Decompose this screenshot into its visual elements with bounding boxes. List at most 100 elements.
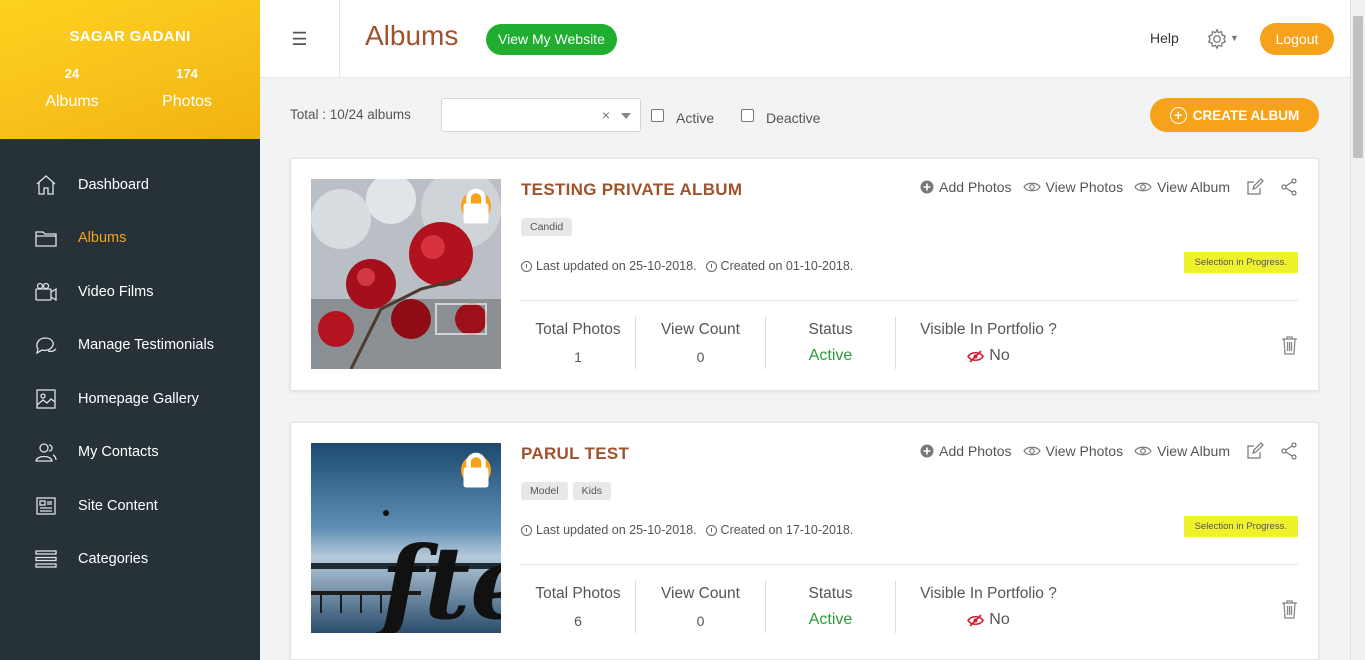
divider [521,564,1298,565]
photos-stat: 174 Photos [137,66,237,111]
album-card: fte PARUL TEST Model Kids Last updated o… [290,422,1319,660]
album-actions: Add Photos View Photos View Album [909,178,1298,196]
photos-stat-label: Photos [162,93,212,110]
status-stat: Status Active [766,317,896,369]
menu-toggle-button[interactable]: ☰ [260,0,340,78]
sidebar-item-label: Site Content [78,497,158,514]
portfolio-value: No [989,611,1010,628]
scrollbar-thumb[interactable] [1353,16,1363,158]
album-tags: Model Kids [521,482,616,500]
sidebar-item-label: Video Films [78,283,154,300]
edit-icon[interactable] [1246,442,1264,460]
plus-circle-icon: + [1169,106,1187,124]
eye-icon [1022,181,1041,193]
add-photos-button[interactable]: Add Photos [920,179,1012,195]
lock-icon [461,452,491,488]
stat-value: 1 [574,349,582,365]
sidebar-item-site-content[interactable]: Site Content [0,479,260,533]
edit-icon[interactable] [1246,178,1264,196]
lock-icon [461,188,491,224]
stat-value: 0 [696,613,705,629]
sidebar-item-dashboard[interactable]: Dashboard [0,158,260,212]
create-album-button[interactable]: + CREATE ALBUM [1150,98,1319,132]
sidebar-item-categories[interactable]: Categories [0,533,260,587]
active-checkbox[interactable] [651,109,664,122]
sidebar-item-label: Homepage Gallery [78,390,199,407]
sidebar-item-homepage-gallery[interactable]: Homepage Gallery [0,372,260,426]
view-photos-label: View Photos [1045,179,1124,195]
deactive-checkbox[interactable] [741,109,754,122]
trash-icon[interactable] [1281,599,1298,624]
trash-icon[interactable] [1281,335,1298,360]
stat-value[interactable]: Active [766,611,895,629]
plus-circle-icon [920,444,934,458]
share-icon[interactable] [1280,178,1298,196]
total-photos-stat: Total Photos 6 [521,581,636,633]
last-updated-text: Last updated on 25-10-2018. [536,259,697,273]
sidebar-item-label: Categories [78,551,149,568]
clear-selection-icon[interactable]: × [602,107,610,123]
category-select[interactable]: × [441,98,641,132]
portfolio-toggle[interactable]: No [896,347,1081,365]
album-dates: Last updated on 25-10-2018. Created on 0… [521,259,853,273]
page-title: Albums [365,20,459,51]
profile-panel: SAGAR GADANI 24 Albums 174 Photos [0,0,260,139]
sidebar-item-contacts[interactable]: My Contacts [0,426,260,480]
view-photos-label: View Photos [1045,443,1124,459]
view-photos-button[interactable]: View Photos [1022,443,1124,459]
stat-heading: View Count [661,321,740,338]
active-checkbox-label: Active [676,110,715,126]
stat-heading: Total Photos [535,585,621,602]
status-badge: Selection in Progress. [1183,252,1298,273]
image-icon [34,387,58,411]
view-album-label: View Album [1157,179,1230,195]
album-title[interactable]: PARUL TEST [521,444,629,464]
view-album-button[interactable]: View Album [1134,443,1230,459]
chat-icon [34,333,58,357]
list-icon [34,547,58,571]
clock-icon [705,260,717,272]
albums-count: 24 [64,66,80,81]
sidebar-item-video-films[interactable]: Video Films [0,265,260,319]
settings-dropdown[interactable]: ▼ [1206,28,1246,50]
newspaper-icon [34,494,58,518]
share-icon[interactable] [1280,442,1298,460]
photos-count: 174 [176,66,198,81]
sidebar-item-testimonials[interactable]: Manage Testimonials [0,319,260,373]
stat-heading: View Count [661,585,740,602]
view-count-stat: View Count 0 [636,581,766,633]
stat-value: 6 [574,613,582,629]
last-updated-text: Last updated on 25-10-2018. [536,523,697,537]
sidebar-nav: Dashboard Albums Video Films Manage Test… [0,158,260,586]
album-thumbnail[interactable] [311,179,501,369]
albums-stat-label: Albums [45,93,99,110]
tag-model: Model [521,482,568,500]
add-photos-label: Add Photos [939,179,1012,195]
view-album-button[interactable]: View Album [1134,179,1230,195]
stat-heading: Visible In Portfolio ? [920,585,1057,602]
view-website-button[interactable]: View My Website [486,24,617,55]
page-scrollbar[interactable] [1350,0,1365,660]
stat-value[interactable]: Active [766,347,895,365]
add-photos-button[interactable]: Add Photos [920,443,1012,459]
clock-icon [705,524,717,536]
video-camera-icon [34,280,58,304]
album-title[interactable]: TESTING PRIVATE ALBUM [521,180,742,200]
album-stats: Total Photos 6 View Count 0 Status Activ… [521,581,1081,633]
sidebar-item-label: Manage Testimonials [78,337,214,354]
eye-slash-icon [967,613,985,627]
sidebar-item-label: Albums [78,230,127,247]
stat-value: 0 [696,349,705,365]
sidebar-item-albums[interactable]: Albums [0,212,260,266]
stat-heading: Total Photos [535,321,621,338]
portfolio-toggle[interactable]: No [896,611,1081,629]
album-thumbnail[interactable]: fte [311,443,501,633]
logout-button[interactable]: Logout [1260,23,1334,55]
hamburger-icon: ☰ [291,28,308,49]
profile-name: SAGAR GADANI [69,28,191,45]
album-tags: Candid [521,218,577,236]
stat-heading: Status [808,585,853,602]
help-link[interactable]: Help [1150,30,1179,46]
view-photos-button[interactable]: View Photos [1022,179,1124,195]
plus-circle-icon [920,180,934,194]
